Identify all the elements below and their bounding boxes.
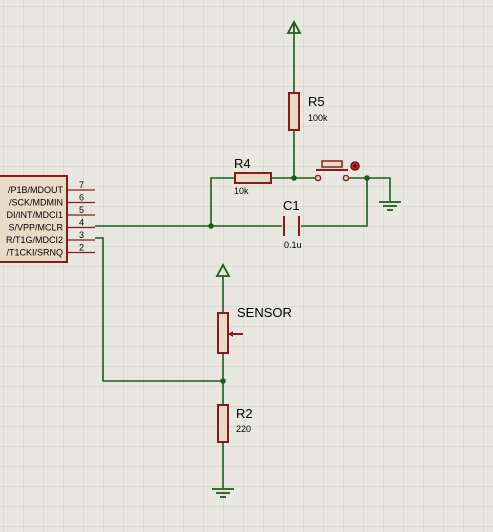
resistor-r5[interactable] bbox=[288, 92, 300, 131]
mcu-pin-number: 2 bbox=[79, 243, 84, 253]
schematic-canvas[interactable]: R5 100k R4 10k C1 0.1u SENSOR R2 220 /P1… bbox=[0, 0, 493, 532]
c1-value-label: 0.1u bbox=[284, 240, 302, 250]
mcu-pin-label: /P1B/MDOUT bbox=[8, 185, 64, 195]
grid-background bbox=[0, 0, 493, 532]
r4-value-label: 10k bbox=[234, 186, 249, 196]
mcu-pin-label: S/VPP/MCLR bbox=[8, 223, 63, 233]
mcu-pin-number: 4 bbox=[79, 218, 84, 228]
c1-ref-label: C1 bbox=[283, 198, 300, 213]
junction-dot bbox=[364, 175, 370, 181]
r2-ref-label: R2 bbox=[236, 406, 253, 421]
resistor-r2[interactable] bbox=[217, 404, 229, 443]
r4-ref-label: R4 bbox=[234, 156, 251, 171]
junction-dot bbox=[291, 175, 297, 181]
r2-value-label: 220 bbox=[236, 424, 251, 434]
r5-value-label: 100k bbox=[308, 113, 328, 123]
mcu-pin-number: 3 bbox=[79, 230, 84, 240]
junction-dot bbox=[208, 223, 214, 229]
sensor-ref-label: SENSOR bbox=[237, 305, 292, 320]
resistor-r4[interactable] bbox=[234, 172, 272, 184]
mcu-pin-number: 6 bbox=[79, 193, 84, 203]
junction-dot bbox=[220, 378, 226, 384]
mcu-pin-number: 5 bbox=[79, 205, 84, 215]
mcu-pin-label: R/T1G/MDCI2 bbox=[6, 235, 63, 245]
r5-ref-label: R5 bbox=[308, 94, 325, 109]
mcu-pin-label: /T1CKI/SRNQ bbox=[6, 248, 63, 258]
mcu-pin-number: 7 bbox=[79, 180, 84, 190]
mcu-pin-label: /SCK/MDMIN bbox=[9, 198, 63, 208]
mcu-pin-label: DI/INT/MDCI1 bbox=[6, 210, 63, 220]
